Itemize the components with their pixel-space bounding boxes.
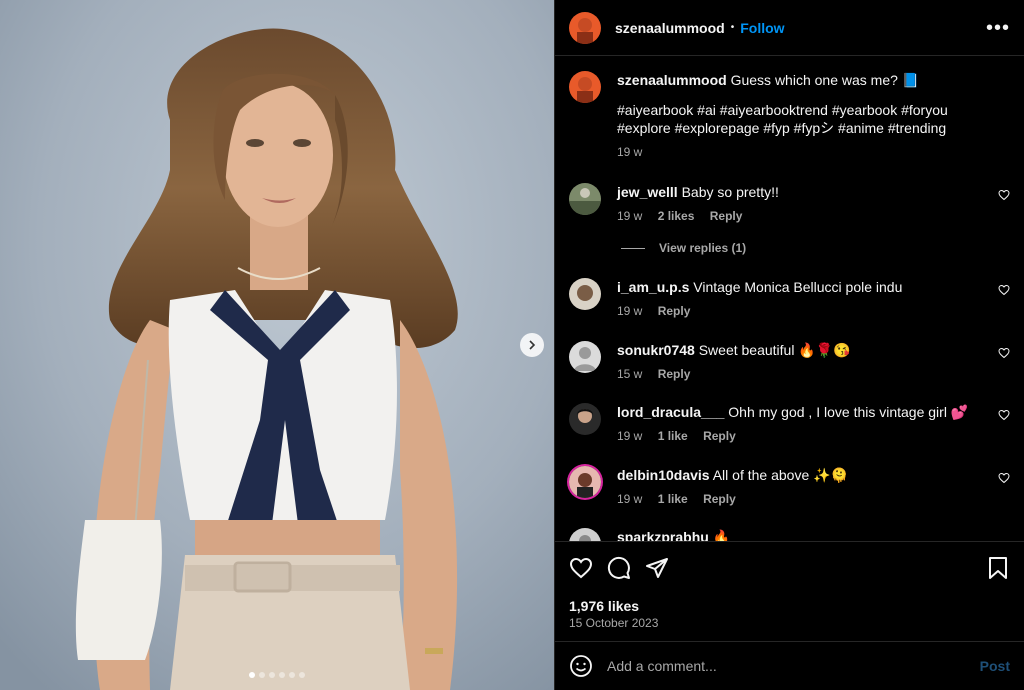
heart-icon[interactable]: [998, 409, 1010, 421]
carousel-dot: [249, 672, 255, 678]
follow-button[interactable]: Follow: [740, 20, 784, 36]
post-header: szenaalummood • Follow •••: [555, 0, 1024, 56]
carousel-indicator: [0, 672, 554, 678]
bookmark-icon[interactable]: [986, 556, 1010, 580]
comment-composer: Add a comment... Post: [555, 641, 1024, 690]
comment-username[interactable]: sparkzprabhu: [617, 529, 709, 541]
carousel-dot: [299, 672, 305, 678]
caption-username[interactable]: szenaalummood: [617, 72, 727, 88]
reply-button[interactable]: Reply: [703, 429, 736, 443]
carousel-dot: [269, 672, 275, 678]
caption-time: 19 w: [617, 145, 643, 159]
comment-item: sonukr0748 Sweet beautiful 🔥🌹😘 15 w Repl…: [569, 341, 1010, 383]
comment-text: 🔥: [712, 529, 731, 541]
likes-count[interactable]: 1,976 likes: [569, 598, 639, 614]
comment-item: sparkzprabhu 🔥: [569, 528, 1010, 541]
comment-icon[interactable]: [607, 556, 631, 580]
reply-button[interactable]: Reply: [710, 209, 743, 223]
comment-time: 19 w: [617, 492, 643, 506]
author-avatar[interactable]: [569, 71, 601, 103]
comment-time: 19 w: [617, 304, 643, 318]
heart-icon[interactable]: [569, 556, 593, 580]
commenter-avatar[interactable]: [569, 466, 601, 498]
heart-icon[interactable]: [998, 284, 1010, 296]
view-replies-button[interactable]: View replies (1): [621, 241, 746, 255]
caption-hashtags[interactable]: #aiyearbook #ai #aiyearbooktrend #yearbo…: [617, 101, 987, 137]
carousel-dot: [289, 672, 295, 678]
carousel-dot: [259, 672, 265, 678]
comment-item: jew_welll Baby so pretty!! 19 w 2 likes …: [569, 183, 1010, 225]
post-actions: 1,976 likes 15 October 2023: [555, 541, 1024, 641]
view-replies-label: View replies (1): [659, 241, 747, 255]
post-panel: szenaalummood • Follow ••• szenaalummood…: [554, 0, 1024, 690]
post-date: 15 October 2023: [569, 616, 659, 630]
heart-icon[interactable]: [998, 347, 1010, 359]
comment-time: 19 w: [617, 429, 643, 443]
commenter-avatar[interactable]: [569, 183, 601, 215]
commenter-avatar[interactable]: [569, 403, 601, 435]
share-icon[interactable]: [645, 556, 669, 580]
post-media[interactable]: [0, 0, 554, 690]
author-username[interactable]: szenaalummood: [615, 20, 725, 36]
commenter-avatar[interactable]: [569, 278, 601, 310]
comment-username[interactable]: lord_dracula___: [617, 404, 724, 420]
comment-username[interactable]: i_am_u.p.s: [617, 279, 689, 295]
comment-text: All of the above ✨🫠: [712, 467, 848, 483]
caption-text: Guess which one was me? 📘: [730, 72, 920, 88]
comment-likes[interactable]: 1 like: [658, 429, 688, 443]
comment-username[interactable]: delbin10davis: [617, 467, 710, 483]
post-photo: [0, 0, 554, 690]
comment-username[interactable]: sonukr0748: [617, 342, 695, 358]
chevron-right-icon: [529, 340, 536, 350]
comment-text: Ohh my god , I love this vintage girl 💕: [728, 404, 969, 420]
comment-text: Vintage Monica Bellucci pole indu: [693, 279, 903, 295]
comment-item: lord_dracula___ Ohh my god , I love this…: [569, 403, 1010, 445]
comment-likes[interactable]: 1 like: [658, 492, 688, 506]
commenter-avatar[interactable]: [569, 341, 601, 373]
comment-input[interactable]: Add a comment...: [607, 658, 980, 674]
reply-button[interactable]: Reply: [658, 304, 691, 318]
heart-icon[interactable]: [998, 472, 1010, 484]
comment-item: i_am_u.p.s Vintage Monica Bellucci pole …: [569, 278, 1010, 320]
author-avatar[interactable]: [569, 11, 601, 44]
post-comment-button[interactable]: Post: [980, 658, 1010, 674]
reply-divider: [621, 247, 645, 249]
reply-button[interactable]: Reply: [703, 492, 736, 506]
comment-time: 15 w: [617, 367, 643, 381]
comment-username[interactable]: jew_welll: [617, 184, 678, 200]
comment-item: delbin10davis All of the above ✨🫠 19 w 1…: [569, 466, 1010, 508]
heart-icon[interactable]: [998, 189, 1010, 201]
next-photo-button[interactable]: [520, 333, 544, 357]
caption: szenaalummood Guess which one was me? 📘 …: [569, 71, 1010, 161]
separator: •: [730, 22, 735, 33]
more-icon[interactable]: •••: [986, 18, 1010, 38]
emoji-icon[interactable]: [569, 654, 593, 678]
comment-text: Sweet beautiful 🔥🌹😘: [698, 342, 851, 358]
commenter-avatar[interactable]: [569, 528, 601, 541]
reply-button[interactable]: Reply: [658, 367, 691, 381]
comment-time: 19 w: [617, 209, 643, 223]
carousel-dot: [279, 672, 285, 678]
comment-text: Baby so pretty!!: [681, 184, 779, 200]
comment-likes[interactable]: 2 likes: [658, 209, 695, 223]
comments-list[interactable]: szenaalummood Guess which one was me? 📘 …: [555, 57, 1024, 541]
